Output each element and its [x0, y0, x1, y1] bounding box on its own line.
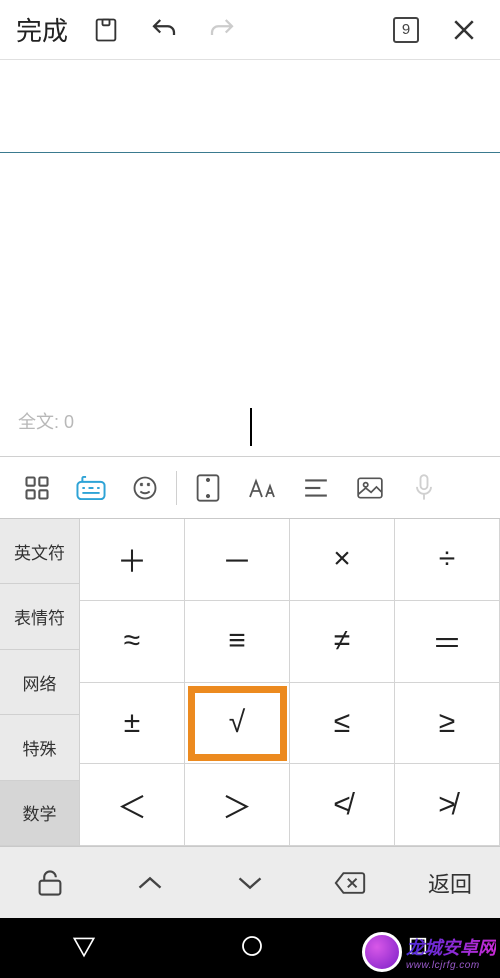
align-icon[interactable]: [289, 457, 343, 519]
android-nav-bar: [0, 918, 500, 978]
redo-icon: [196, 0, 248, 60]
editor-area[interactable]: 全文: 0: [0, 60, 500, 456]
symbol-key[interactable]: ±: [80, 683, 185, 765]
lock-icon[interactable]: [0, 847, 100, 918]
symbol-key[interactable]: ＞: [185, 764, 290, 846]
done-button[interactable]: 完成: [10, 7, 74, 52]
title-underline: [0, 152, 500, 153]
toolbar-divider: [176, 471, 177, 505]
symbol-key[interactable]: ≮: [290, 764, 395, 846]
category-english-symbols[interactable]: 英文符: [0, 519, 80, 584]
category-special[interactable]: 特殊: [0, 715, 80, 780]
font-icon[interactable]: [235, 457, 289, 519]
symbol-key[interactable]: ＋: [80, 519, 185, 601]
close-icon[interactable]: [438, 0, 490, 60]
symbol-categories: 英文符 表情符 网络 特殊 数学: [0, 519, 80, 846]
word-count: 全文: 0: [18, 408, 74, 434]
symbol-key-sqrt[interactable]: √: [185, 683, 290, 765]
symbol-key[interactable]: ≤: [290, 683, 395, 765]
category-emoji-symbols[interactable]: 表情符: [0, 584, 80, 649]
keyboard-icon[interactable]: [64, 457, 118, 519]
symbol-key[interactable]: ≠: [290, 601, 395, 683]
save-icon[interactable]: [80, 0, 132, 60]
page-number-badge[interactable]: 9: [380, 0, 432, 60]
category-math[interactable]: 数学: [0, 781, 80, 846]
fullscreen-icon[interactable]: [181, 457, 235, 519]
top-toolbar: 完成 9: [0, 0, 500, 60]
return-button[interactable]: 返回: [400, 847, 500, 918]
keyboard-bottom-bar: 返回: [0, 846, 500, 918]
symbol-panel: 英文符 表情符 网络 特殊 数学 ＋ － × ÷ ≈ ≡ ≠ ＝ ± √ ≤ ≥…: [0, 518, 500, 846]
emoji-icon[interactable]: [118, 457, 172, 519]
text-cursor: [250, 408, 252, 446]
symbol-key[interactable]: －: [185, 519, 290, 601]
symbol-key[interactable]: ≥: [395, 683, 500, 765]
symbol-key[interactable]: ＝: [395, 601, 500, 683]
symbol-key[interactable]: ≈: [80, 601, 185, 683]
apps-icon[interactable]: [10, 457, 64, 519]
nav-home-icon[interactable]: [240, 934, 264, 963]
backspace-icon[interactable]: [300, 847, 400, 918]
chevron-down-icon[interactable]: [200, 847, 300, 918]
nav-back-icon[interactable]: [71, 933, 97, 964]
category-network[interactable]: 网络: [0, 650, 80, 715]
symbol-grid: ＋ － × ÷ ≈ ≡ ≠ ＝ ± √ ≤ ≥ ＜ ＞ ≮ ≯: [80, 519, 500, 846]
image-icon[interactable]: [343, 457, 397, 519]
symbol-key[interactable]: ≯: [395, 764, 500, 846]
nav-recent-icon[interactable]: [407, 935, 429, 962]
chevron-up-icon[interactable]: [100, 847, 200, 918]
symbol-key[interactable]: ≡: [185, 601, 290, 683]
symbol-key[interactable]: ×: [290, 519, 395, 601]
undo-icon[interactable]: [138, 0, 190, 60]
mic-icon[interactable]: [397, 457, 451, 519]
keyboard-toolbar: [0, 456, 500, 518]
symbol-key[interactable]: ＜: [80, 764, 185, 846]
symbol-key[interactable]: ÷: [395, 519, 500, 601]
